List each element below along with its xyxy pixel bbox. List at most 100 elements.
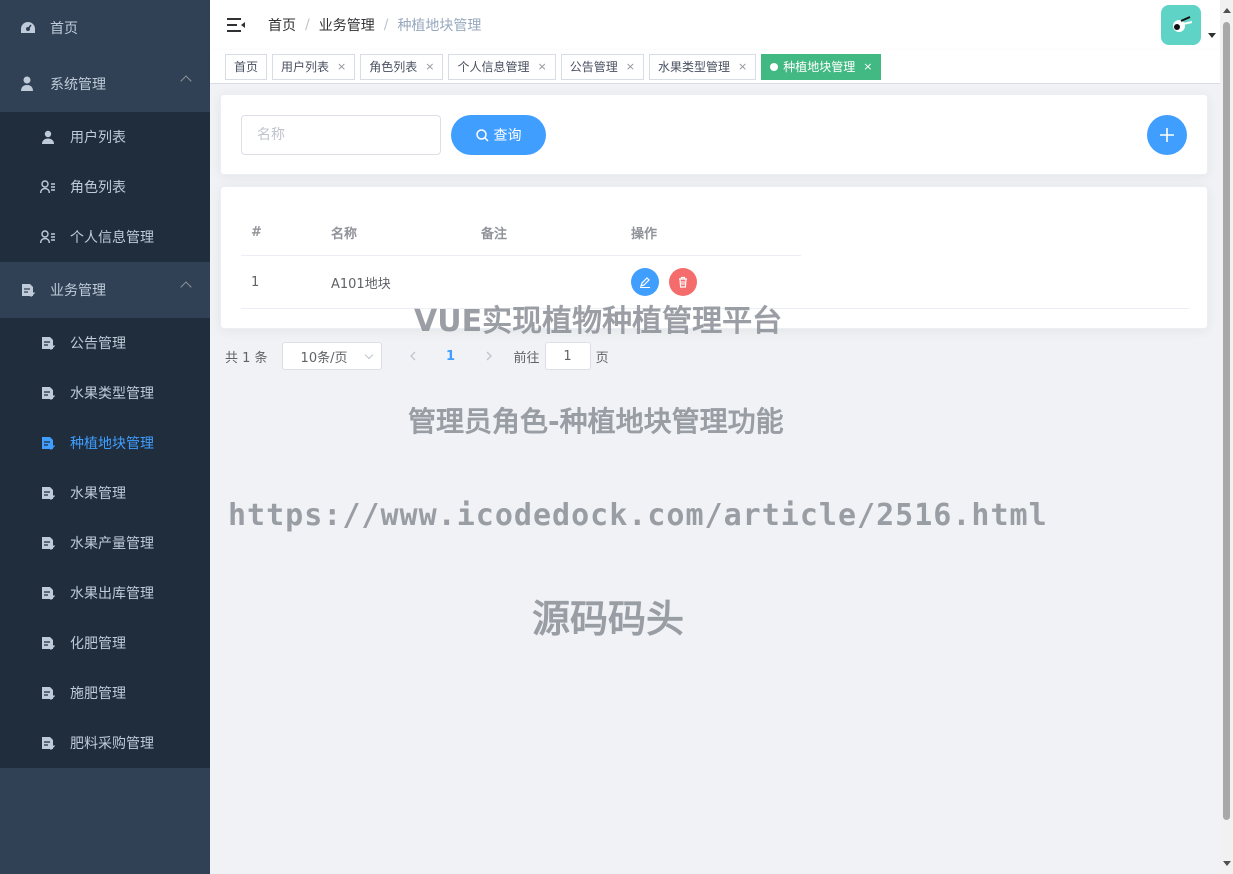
tag-label: 种植地块管理 — [783, 60, 856, 74]
sidebar-item-user-list[interactable]: 用户列表 — [0, 112, 210, 162]
sidebar-subitem[interactable]: 种植地块管理 — [0, 418, 210, 468]
tag-label: 首页 — [234, 60, 259, 74]
chevron-down-icon — [364, 350, 373, 360]
edit-button[interactable] — [631, 268, 659, 296]
sidebar-subitem[interactable]: 水果类型管理 — [0, 368, 210, 418]
tag-label: 个人信息管理 — [457, 60, 530, 74]
document-edit-icon — [40, 635, 56, 651]
search-icon — [475, 128, 489, 142]
tab-tag[interactable]: 种植地块管理 × — [761, 53, 882, 80]
sidebar-item-system[interactable]: 系统管理 — [0, 56, 210, 112]
chevron-right-icon — [486, 351, 492, 361]
breadcrumb-item-current: 种植地块管理 — [397, 18, 482, 34]
role-list-icon — [40, 229, 56, 245]
navbar: 首页 / 业务管理 / 种植地块管理 — [210, 0, 1220, 50]
page-size-select[interactable]: 10条/页 — [281, 342, 382, 370]
sidebar-subitem[interactable]: 水果出库管理 — [0, 568, 210, 618]
sidebar-subitem[interactable]: 水果产量管理 — [0, 518, 210, 568]
tab-tag[interactable]: 公告管理 × — [560, 53, 644, 80]
hamburger-icon[interactable] — [227, 17, 245, 33]
pagination-total: 共 1 条 — [225, 350, 268, 366]
column-header-index: # — [251, 225, 262, 240]
sidebar-item-label: 水果出库管理 — [70, 586, 154, 602]
sidebar-item-label: 水果管理 — [70, 486, 126, 502]
active-dot-icon — [770, 62, 779, 71]
document-edit-icon — [40, 435, 56, 451]
sidebar-item-label: 种植地块管理 — [70, 436, 154, 452]
sidebar-item-label: 水果产量管理 — [70, 536, 154, 552]
sidebar-subitem[interactable]: 施肥管理 — [0, 668, 210, 718]
page-size-value: 10条/页 — [300, 350, 348, 366]
document-edit-icon — [40, 535, 56, 551]
scroll-up-icon[interactable] — [1223, 8, 1231, 13]
sidebar-subitem[interactable]: 水果管理 — [0, 468, 210, 518]
cell-name: A101地块 — [331, 276, 391, 292]
name-search-input[interactable] — [241, 115, 441, 155]
avatar-image — [1173, 16, 1193, 32]
trash-icon — [679, 276, 687, 288]
sidebar-item-label: 角色列表 — [70, 180, 126, 196]
chevron-up-icon — [180, 75, 192, 87]
vertical-scrollbar[interactable] — [1220, 0, 1233, 874]
goto-page: 前往 页 — [514, 342, 609, 370]
tab-tag[interactable]: 个人信息管理 × — [448, 53, 556, 80]
delete-button[interactable] — [669, 268, 697, 296]
table-card: # 名称 备注 操作 1 A101地块 — [220, 186, 1208, 329]
document-edit-icon — [40, 335, 56, 351]
prev-page-button[interactable] — [398, 342, 428, 370]
sidebar-item-label: 首页 — [50, 21, 78, 37]
search-card: 查询 — [220, 94, 1208, 175]
query-button[interactable]: 查询 — [451, 115, 546, 155]
table-row: 1 A101地块 — [241, 256, 1189, 309]
tab-tag[interactable]: 用户列表 × — [272, 53, 356, 80]
caret-down-icon[interactable] — [1208, 33, 1216, 38]
page-number[interactable]: 1 — [436, 342, 466, 370]
tab-tag[interactable]: 水果类型管理 × — [648, 53, 757, 80]
sidebar-item-home[interactable]: 首页 — [0, 0, 210, 56]
close-icon[interactable]: × — [863, 60, 872, 73]
next-page-button[interactable] — [474, 342, 504, 370]
breadcrumb-item-business[interactable]: 业务管理 — [319, 15, 375, 35]
sidebar-item-personal-info[interactable]: 个人信息管理 — [0, 212, 210, 262]
sidebar: 首页 系统管理 用户列表 角色列表 个人信息管理 业务管理 公告管理 水果类型管… — [0, 0, 210, 874]
pagination: 共 1 条 10条/页 1 前往 页 — [225, 342, 609, 370]
sidebar-item-label: 水果类型管理 — [70, 386, 154, 402]
role-list-icon — [40, 179, 56, 195]
tab-tag[interactable]: 首页 — [225, 53, 268, 80]
sidebar-item-label: 公告管理 — [70, 336, 126, 352]
avatar[interactable] — [1161, 5, 1201, 45]
close-icon[interactable]: × — [425, 60, 434, 73]
breadcrumb-item-home[interactable]: 首页 — [268, 15, 296, 35]
plus-icon — [1160, 128, 1174, 142]
tag-label: 公告管理 — [569, 60, 618, 74]
tags-view: 首页 用户列表 × 角色列表 × 个人信息管理 × 公告管理 × 水果类型管理 × 种植地块管理 × — [210, 50, 1220, 84]
breadcrumb: 首页 / 业务管理 / 种植地块管理 — [268, 15, 481, 35]
table-header: # 名称 备注 操作 — [241, 210, 801, 256]
user-icon — [40, 129, 56, 145]
tab-tag[interactable]: 角色列表 × — [360, 53, 444, 80]
sidebar-subitem[interactable]: 公告管理 — [0, 318, 210, 368]
sidebar-item-label: 施肥管理 — [70, 686, 126, 702]
add-button[interactable] — [1147, 115, 1187, 155]
document-edit-icon — [20, 282, 36, 298]
sidebar-item-label: 系统管理 — [50, 77, 106, 93]
sidebar-subitem[interactable]: 肥料采购管理 — [0, 718, 210, 768]
main-content: 查询 # 名称 备注 操作 1 A101地块 共 — [210, 84, 1220, 874]
column-header-remark: 备注 — [481, 227, 508, 242]
sidebar-item-label: 用户列表 — [70, 130, 126, 146]
close-icon[interactable]: × — [337, 60, 346, 73]
page-suffix: 页 — [595, 350, 609, 366]
goto-page-input[interactable] — [544, 342, 591, 370]
cell-actions — [621, 268, 801, 296]
document-edit-icon — [40, 685, 56, 701]
sidebar-item-role-list[interactable]: 角色列表 — [0, 162, 210, 212]
sidebar-item-business[interactable]: 业务管理 — [0, 262, 210, 318]
breadcrumb-separator: / — [305, 17, 310, 33]
sidebar-subitem[interactable]: 化肥管理 — [0, 618, 210, 668]
scrollbar-thumb[interactable] — [1223, 22, 1230, 820]
close-icon[interactable]: × — [626, 60, 635, 73]
close-icon[interactable]: × — [738, 60, 747, 73]
tag-label: 用户列表 — [281, 60, 330, 74]
scroll-down-icon[interactable] — [1223, 861, 1231, 866]
close-icon[interactable]: × — [538, 60, 547, 73]
